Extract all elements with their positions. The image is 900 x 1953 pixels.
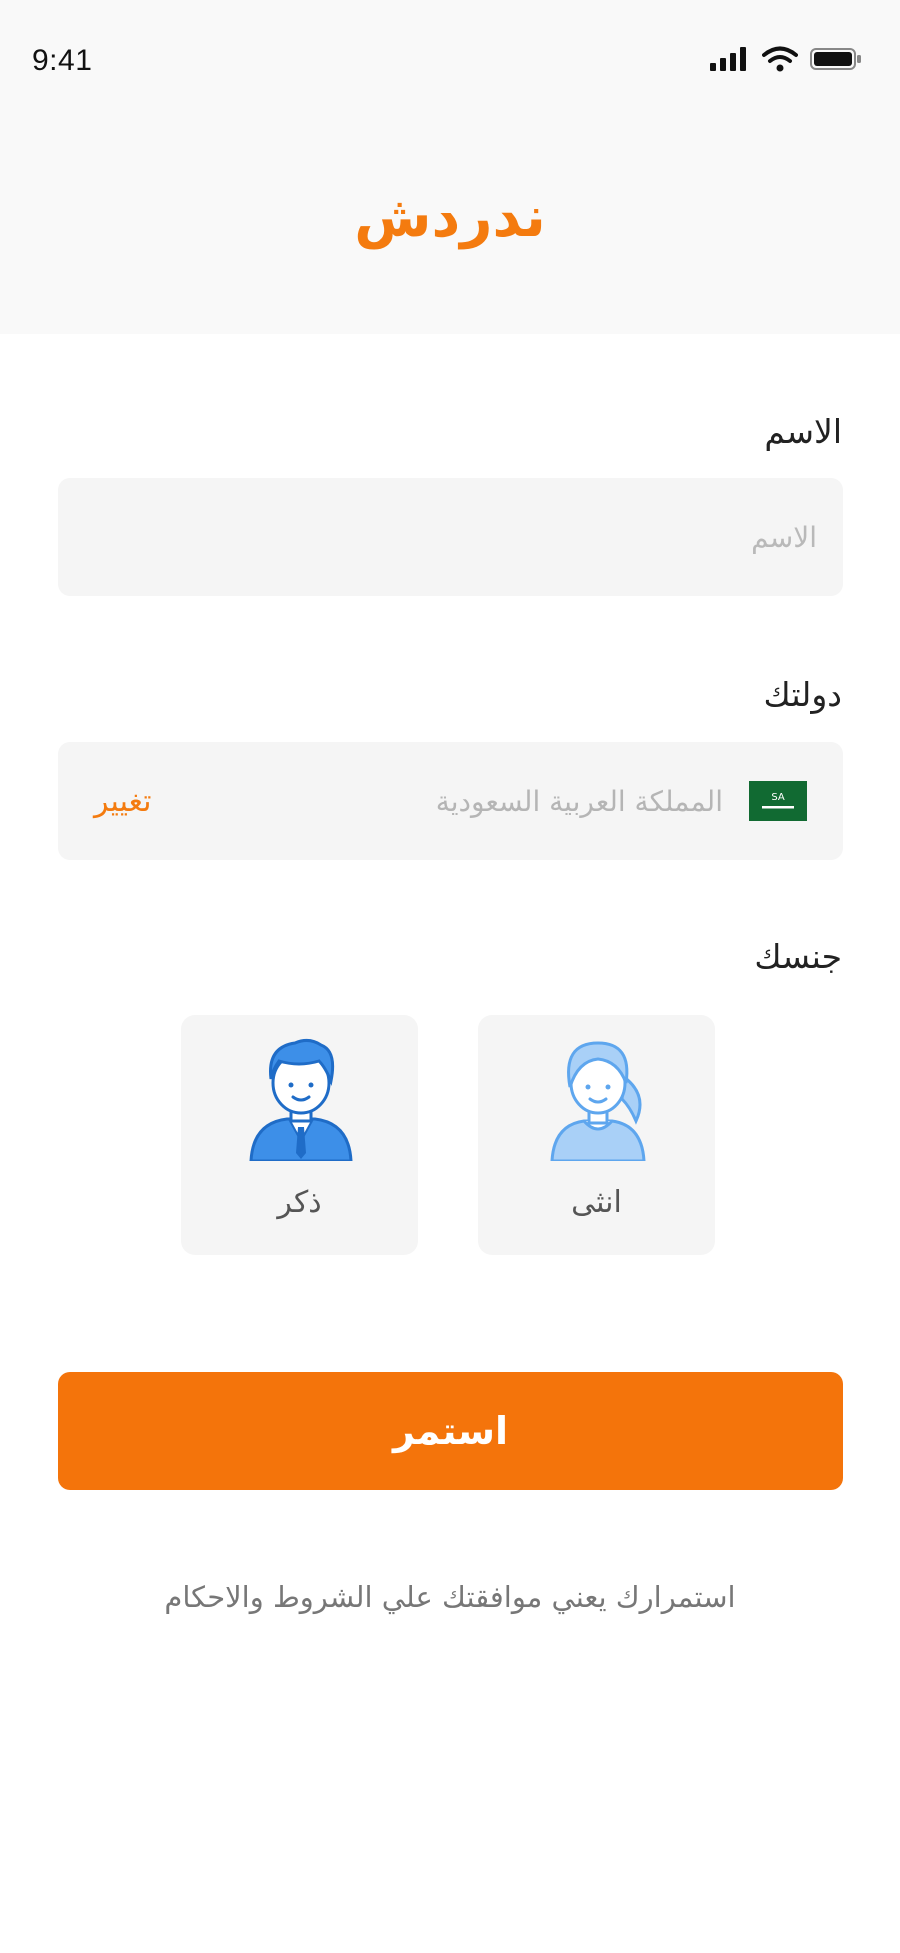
country-label: دولتك xyxy=(763,675,842,714)
signal-icon xyxy=(710,47,746,71)
flag-script: SA xyxy=(771,792,785,803)
country-name: المملكة العربية السعودية xyxy=(435,784,723,818)
gender-female-card[interactable]: انثى xyxy=(478,1015,715,1255)
country-field: SA المملكة العربية السعودية تغيير xyxy=(58,742,843,860)
name-input[interactable] xyxy=(58,478,843,596)
name-field[interactable] xyxy=(58,478,843,596)
male-avatar-icon xyxy=(249,1038,353,1161)
name-label: الاسم xyxy=(764,412,842,451)
app-title: ندردش xyxy=(354,185,546,250)
terms-text: استمرارك يعني موافقتك علي الشروط والاحكا… xyxy=(164,1580,736,1614)
status-icons xyxy=(710,46,862,72)
status-time: 9:41 xyxy=(32,44,93,77)
wifi-icon xyxy=(762,46,798,72)
male-label: ذكر xyxy=(277,1185,322,1220)
gender-male-card[interactable]: ذكر xyxy=(181,1015,418,1255)
country-row: SA المملكة العربية السعودية تغيير xyxy=(58,742,843,860)
saudi-flag-icon: SA xyxy=(749,781,807,821)
continue-button[interactable]: استمر xyxy=(58,1372,843,1490)
gender-label: جنسك xyxy=(754,937,842,976)
female-avatar-icon xyxy=(550,1041,646,1161)
header: 9:41 ندردش xyxy=(0,0,900,334)
female-label: انثى xyxy=(571,1185,622,1220)
battery-icon xyxy=(810,48,861,70)
change-country-link[interactable]: تغيير xyxy=(94,784,151,819)
